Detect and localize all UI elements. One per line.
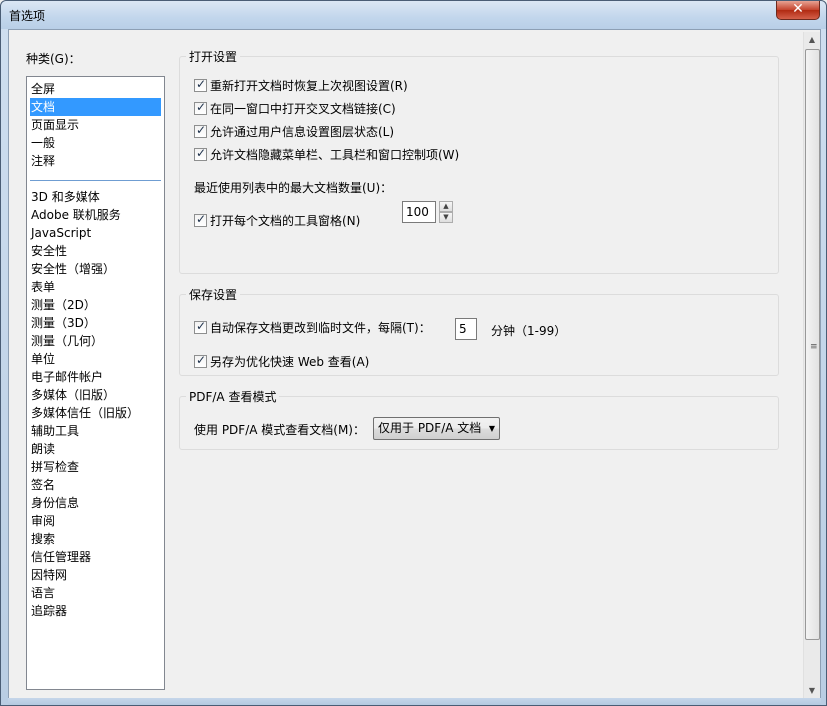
category-item[interactable]: 单位 [30,350,161,368]
scroll-thumb[interactable]: ≡ [805,49,820,640]
category-item[interactable]: 3D 和多媒体 [30,188,161,206]
autosave-interval-input[interactable]: 5 [455,318,477,340]
checkbox-checked-icon[interactable] [194,100,207,115]
optimize-web-label: 另存为优化快速 Web 查看(A) [210,355,370,369]
pdfa-mode-select[interactable]: 仅用于 PDF/A 文档 ▼ [373,417,500,440]
category-list[interactable]: 全屏 文档 页面显示 一般 注释 3D 和多媒体 Adobe 联机服务 JavaScript 安… [26,76,165,690]
pdfa-mode-value: 仅用于 PDF/A 文档 [378,421,482,435]
window-bottom-frame [8,698,821,705]
layer-state-checkbox[interactable]: 允许通过用户信息设置图层状态(L) [194,123,394,140]
pdfa-group: PDF/A 查看模式 使用 PDF/A 模式查看文档(M)： 仅用于 PDF/A… [179,388,779,450]
checkbox-checked-icon[interactable] [194,212,207,227]
category-item[interactable]: 安全性（增强） [30,260,161,278]
category-item[interactable]: 文档 [30,98,161,116]
category-item[interactable]: 测量（几何） [30,332,161,350]
open-settings-title: 打开设置 [186,48,241,65]
save-settings-group: 保存设置 自动保存文档更改到临时文件，每隔(T)： 5 分钟（1-99） 另存为… [179,286,779,376]
spin-up-icon[interactable]: ▲ [439,201,453,212]
open-settings-group: 打开设置 重新打开文档时恢复上次视图设置(R) 在同一窗口中打开交叉文档链接(C… [179,48,779,274]
category-item[interactable]: Adobe 联机服务 [30,206,161,224]
scroll-up-icon[interactable]: ▲ [804,32,820,48]
category-item[interactable]: 身份信息 [30,494,161,512]
category-item[interactable]: 页面显示 [30,116,161,134]
category-item[interactable]: 搜索 [30,530,161,548]
cross-links-checkbox[interactable]: 在同一窗口中打开交叉文档链接(C) [194,100,396,117]
hide-bars-label: 允许文档隐藏菜单栏、工具栏和窗口控制项(W) [210,148,460,162]
tools-pane-checkbox[interactable]: 打开每个文档的工具窗格(N) [194,212,360,229]
category-item[interactable]: 信任管理器 [30,548,161,566]
category-item[interactable]: 辅助工具 [30,422,161,440]
save-settings-title: 保存设置 [186,286,241,303]
checkbox-checked-icon[interactable] [194,77,207,92]
optimize-web-checkbox[interactable]: 另存为优化快速 Web 查看(A) [194,353,369,370]
category-label: 种类(G)： [26,52,81,66]
category-item[interactable]: 注释 [30,152,161,170]
restore-view-checkbox[interactable]: 重新打开文档时恢复上次视图设置(R) [194,77,408,94]
close-button[interactable]: ✕ [776,1,820,20]
max-recent-spinner[interactable]: ▲ ▼ [439,201,453,223]
category-item[interactable]: 全屏 [30,80,161,98]
category-item[interactable]: 电子邮件帐户 [30,368,161,386]
hide-bars-checkbox[interactable]: 允许文档隐藏菜单栏、工具栏和窗口控制项(W) [194,146,459,163]
spin-down-icon[interactable]: ▼ [439,212,453,223]
category-item[interactable]: JavaScript [30,224,161,242]
window-title: 首选项 [9,9,46,23]
category-item[interactable]: 一般 [30,134,161,152]
autosave-unit: 分钟（1-99） [491,324,567,338]
category-item[interactable]: 语言 [30,584,161,602]
category-item[interactable]: 多媒体（旧版） [30,386,161,404]
category-item[interactable]: 多媒体信任（旧版） [30,404,161,422]
category-item[interactable]: 测量（3D） [30,314,161,332]
category-item[interactable]: 朗读 [30,440,161,458]
category-item[interactable]: 拼写检查 [30,458,161,476]
category-item[interactable]: 表单 [30,278,161,296]
max-recent-label: 最近使用列表中的最大文档数量(U)： [194,181,393,195]
scroll-down-icon[interactable]: ▼ [804,683,820,699]
category-item[interactable]: 审阅 [30,512,161,530]
grip-icon: ≡ [810,342,818,352]
title-bar[interactable]: 首选项 ✕ [1,1,826,29]
category-separator [30,180,161,181]
category-item[interactable]: 因特网 [30,566,161,584]
dialog-body: 种类(G)： 全屏 文档 页面显示 一般 注释 3D 和多媒体 Adobe 联机服务 Java… [8,29,821,700]
category-item[interactable]: 签名 [30,476,161,494]
restore-view-label: 重新打开文档时恢复上次视图设置(R) [210,79,408,93]
category-item[interactable]: 追踪器 [30,602,161,620]
autosave-checkbox[interactable]: 自动保存文档更改到临时文件，每隔(T)： [194,319,431,336]
tools-pane-label: 打开每个文档的工具窗格(N) [210,214,361,228]
category-item[interactable]: 安全性 [30,242,161,260]
checkbox-checked-icon[interactable] [194,146,207,161]
category-item[interactable]: 测量（2D） [30,296,161,314]
checkbox-checked-icon[interactable] [194,353,207,368]
checkbox-checked-icon[interactable] [194,319,207,334]
vertical-scrollbar[interactable]: ▲ ≡ ▼ [803,32,820,699]
max-recent-input[interactable]: 100 [402,201,436,223]
checkbox-checked-icon[interactable] [194,123,207,138]
pdfa-mode-label: 使用 PDF/A 模式查看文档(M)： [194,423,365,437]
layer-state-label: 允许通过用户信息设置图层状态(L) [210,125,395,139]
autosave-label: 自动保存文档更改到临时文件，每隔(T)： [210,321,431,335]
pdfa-title: PDF/A 查看模式 [186,388,280,405]
chevron-down-icon: ▼ [488,424,495,433]
cross-links-label: 在同一窗口中打开交叉文档链接(C) [210,102,396,116]
preferences-window: 首选项 ✕ 种类(G)： 全屏 文档 页面显示 一般 注释 3D 和多媒体 Adobe 联机… [0,0,827,706]
